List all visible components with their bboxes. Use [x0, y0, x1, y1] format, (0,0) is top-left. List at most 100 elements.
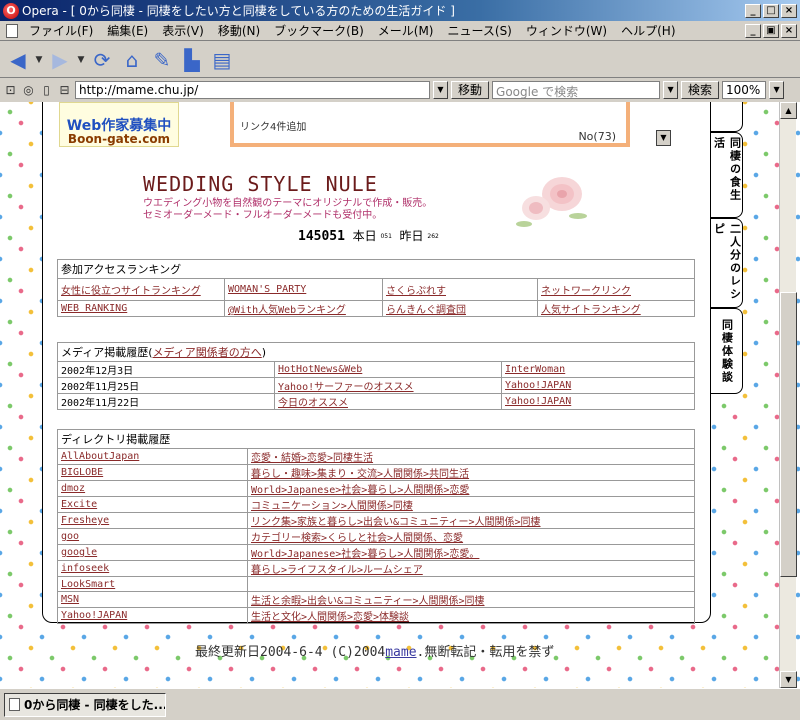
side-tab-top[interactable]: [711, 102, 743, 132]
printer-icon[interactable]: ⊟: [57, 83, 72, 98]
camera-icon[interactable]: ◎: [21, 83, 36, 98]
menu-bookmarks[interactable]: ブックマーク(B): [267, 22, 371, 39]
directory-path-link[interactable]: 生活と文化>人間関係>恋愛>体験談: [251, 612, 409, 623]
menu-help[interactable]: ヘルプ(H): [614, 22, 682, 39]
zoom-dropdown-icon[interactable]: ▼: [769, 81, 785, 99]
ranking-table: 参加アクセスランキング 女性に役立つサイトランキング WOMAN'S PARTY…: [57, 259, 695, 317]
directory-site-link[interactable]: AllAboutJapan: [61, 451, 139, 462]
directory-path-link[interactable]: コミュニケーション>人間関係>同棲: [251, 501, 413, 512]
tagline-line1: ウエディング小物を自然観のテーマにオリジナルで作成・販売。: [143, 198, 433, 209]
print-icon[interactable]: ▙: [178, 46, 206, 74]
home-icon[interactable]: ⌂: [118, 46, 146, 74]
directory-path-link[interactable]: 暮らし・趣味>集まり・交流>人間関係>共同生活: [251, 469, 469, 480]
directory-site-link[interactable]: LookSmart: [61, 579, 115, 590]
menu-window[interactable]: ウィンドウ(W): [519, 22, 614, 39]
media-heading-suffix: ): [261, 346, 267, 359]
tagline: ウエディング小物を自然観のテーマにオリジナルで作成・販売。 セミオーダーメード・…: [143, 198, 432, 222]
close-button[interactable]: ×: [781, 3, 797, 18]
menu-news[interactable]: ニュース(S): [440, 22, 518, 39]
print-preview-icon[interactable]: ▯: [39, 83, 54, 98]
media-contact-link[interactable]: メディア関係者の方へ: [153, 346, 262, 359]
footer-author-link[interactable]: mame: [385, 645, 416, 660]
zoom-field[interactable]: 100%: [722, 81, 767, 99]
media-link[interactable]: 今日のオススメ: [278, 398, 348, 409]
roses-image: [516, 177, 587, 227]
hotlist-icon[interactable]: ✎: [148, 46, 176, 74]
document-icon[interactable]: [6, 23, 18, 38]
search-engine-dropdown-icon[interactable]: ▼: [663, 81, 679, 99]
address-dropdown-icon[interactable]: ▼: [433, 81, 448, 99]
media-link[interactable]: Yahoo!JAPAN: [505, 396, 571, 407]
directory-site-link[interactable]: infoseek: [61, 563, 109, 574]
window-title-bar[interactable]: O Opera - [ 0から同棲 - 同棲をしたい方と同棲をしている方のための…: [0, 0, 800, 21]
page-footer: 最終更新日2004-6-4 (C)2004mame.無断転記・転用を禁ず: [195, 641, 554, 660]
directory-site-link[interactable]: BIGLOBE: [61, 467, 103, 478]
back-icon[interactable]: ◀: [4, 46, 32, 74]
footer-prefix: 最終更新日2004-6-4 (C)2004: [195, 645, 386, 660]
directory-site-link[interactable]: Yahoo!JAPAN: [61, 610, 127, 621]
ranking-link[interactable]: 女性に役立つサイトランキング: [61, 286, 201, 297]
menu-file[interactable]: ファイル(F): [22, 22, 100, 39]
ranking-link[interactable]: WOMAN'S PARTY: [228, 284, 306, 295]
menu-view[interactable]: 表示(V): [155, 22, 211, 39]
scroll-up-icon[interactable]: ▲: [780, 102, 797, 119]
directory-site-link[interactable]: Fresheye: [61, 515, 109, 526]
security-lock-icon[interactable]: ⊡: [3, 83, 18, 98]
directory-site-link[interactable]: dmoz: [61, 483, 85, 494]
directory-path-link[interactable]: 恋愛・結婚>恋愛>同棲生活: [251, 453, 373, 464]
directory-path-link[interactable]: リンク集>家族と暮らし>出会い&コミュニティー>人間関係>同棲: [251, 517, 541, 528]
page-viewport[interactable]: 同棲の食生活 二人分のレシピ 同棲体験談 Web作家募集中 Boon-gate.…: [0, 102, 800, 688]
reload-icon[interactable]: ⟳: [88, 46, 116, 74]
side-tab-experience[interactable]: 同棲体験談: [711, 308, 743, 394]
mdi-restore-button[interactable]: ▣: [763, 23, 779, 38]
directory-table: ディレクトリ掲載履歴 AllAboutJapan 恋愛・結婚>恋愛>同棲生活 BI…: [57, 429, 695, 624]
directory-site-link[interactable]: google: [61, 547, 97, 558]
mdi-close-button[interactable]: ×: [781, 23, 797, 38]
directory-site-link[interactable]: goo: [61, 531, 79, 542]
news-scroll-down-icon[interactable]: ▼: [656, 130, 671, 146]
media-link[interactable]: HotHotNews&Web: [278, 364, 362, 375]
search-input[interactable]: Google で検索: [492, 81, 661, 99]
ranking-heading: 参加アクセスランキング: [57, 259, 695, 279]
forward-icon[interactable]: ▶: [46, 46, 74, 74]
minimize-button[interactable]: _: [745, 3, 761, 18]
menu-mail[interactable]: メール(M): [371, 22, 441, 39]
search-button[interactable]: 検索: [681, 81, 720, 99]
mdi-minimize-button[interactable]: _: [745, 23, 761, 38]
media-link[interactable]: Yahoo!JAPAN: [505, 380, 571, 391]
media-link[interactable]: Yahoo!サーファーのオススメ: [278, 382, 414, 393]
ranking-link[interactable]: さくらぷれす: [386, 286, 446, 297]
go-button[interactable]: 移動: [451, 81, 490, 99]
advert-banner[interactable]: Web作家募集中 Boon-gate.com: [59, 102, 179, 147]
ranking-link[interactable]: らんきんぐ調査団: [386, 305, 466, 316]
back-history-dropdown-icon[interactable]: ▼: [34, 46, 44, 74]
counter-today-label: 本日: [352, 229, 377, 243]
opera-logo-icon: O: [3, 2, 19, 19]
task-tab[interactable]: 0から同棲 - 同棲をした...: [4, 692, 166, 717]
directory-site-link[interactable]: Excite: [61, 499, 97, 510]
ranking-link[interactable]: ネットワークリンク: [541, 286, 631, 297]
ranking-link[interactable]: @With人気Webランキング: [228, 305, 346, 316]
scroll-down-icon[interactable]: ▼: [780, 671, 797, 688]
side-tab-food[interactable]: 同棲の食生活: [711, 132, 743, 218]
media-heading-prefix: メディア掲載履歴(: [61, 346, 153, 359]
address-input[interactable]: http://mame.chu.jp/: [75, 81, 430, 99]
side-tab-recipe[interactable]: 二人分のレシピ: [711, 218, 743, 308]
media-link[interactable]: InterWoman: [505, 364, 565, 375]
forward-history-dropdown-icon[interactable]: ▼: [76, 46, 86, 74]
directory-path-link[interactable]: カテゴリー検索>くらしと社会>人間関係、恋愛: [251, 533, 463, 544]
ranking-link[interactable]: 人気サイトランキング: [541, 305, 641, 316]
vertical-scrollbar[interactable]: ▲ ▼: [779, 102, 797, 688]
directory-path-link[interactable]: World>Japanese>社会>暮らし>人間関係>恋愛。: [251, 549, 479, 560]
maximize-button[interactable]: □: [763, 3, 779, 18]
menu-navigation[interactable]: 移動(N): [211, 22, 267, 39]
ranking-link[interactable]: WEB RANKING: [61, 303, 127, 314]
scroll-thumb[interactable]: [780, 292, 797, 577]
menu-edit[interactable]: 編集(E): [100, 22, 155, 39]
directory-path-link[interactable]: 生活と余暇>出会い&コミュニティー>人間関係>同棲: [251, 596, 484, 607]
directory-site-link[interactable]: MSN: [61, 594, 79, 605]
directory-path-link[interactable]: 暮らし>ライフスタイル>ルームシェア: [251, 565, 423, 576]
media-date: 2002年11月22日: [57, 393, 275, 410]
page-icon[interactable]: ▤: [208, 46, 236, 74]
directory-path-link[interactable]: World>Japanese>社会>暮らし>人間関係>恋愛: [251, 485, 469, 496]
